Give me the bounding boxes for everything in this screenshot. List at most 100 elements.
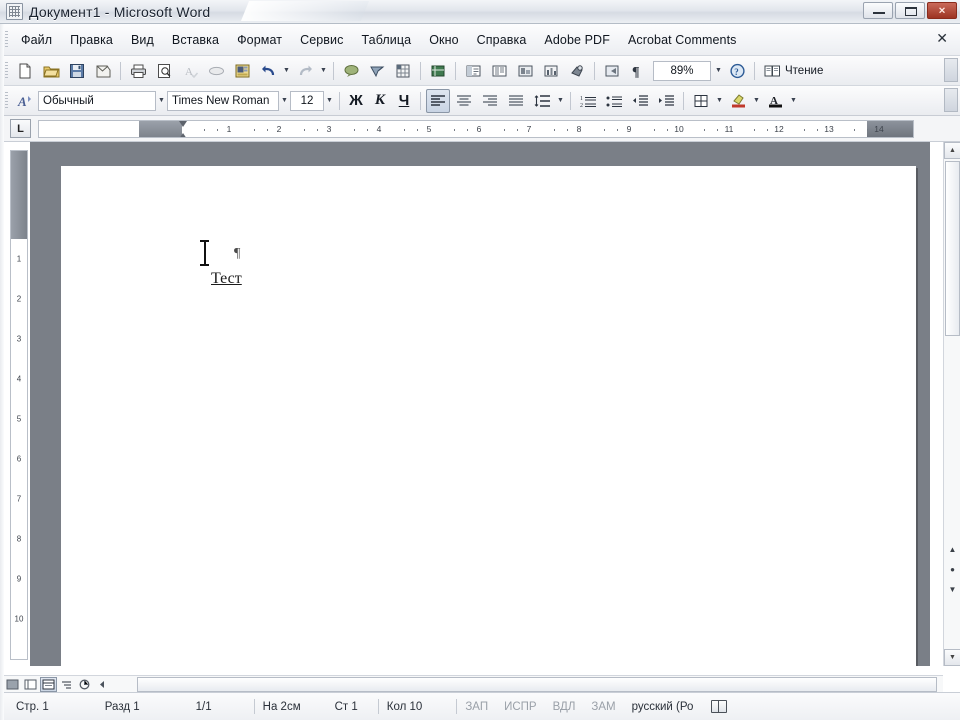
select-browse-object-icon[interactable]: ● <box>947 564 958 575</box>
font-dropdown-icon[interactable]: ▼ <box>279 89 290 113</box>
close-button[interactable]: ✕ <box>927 2 957 19</box>
document-page[interactable]: Тест <box>61 166 916 666</box>
borders-dropdown-icon[interactable]: ▼ <box>714 89 725 113</box>
status-ext[interactable]: ВДЛ <box>545 701 584 713</box>
style-dropdown-icon[interactable]: ▼ <box>156 89 167 113</box>
email-icon[interactable] <box>91 59 115 83</box>
status-ovr[interactable]: ЗАМ <box>583 701 623 713</box>
new-document-icon[interactable] <box>13 59 37 83</box>
menu-tools[interactable]: Сервис <box>291 30 352 50</box>
formatting-toolbar-grip[interactable] <box>5 91 8 110</box>
styles-and-formatting-icon[interactable]: A <box>13 89 37 113</box>
menu-file[interactable]: Файл <box>12 30 61 50</box>
print-icon[interactable] <box>126 59 150 83</box>
redo-icon[interactable] <box>293 59 317 83</box>
font-size-combo[interactable]: 12 <box>290 90 324 111</box>
status-language[interactable]: русский (Ро <box>624 701 702 713</box>
menu-edit[interactable]: Правка <box>61 30 122 50</box>
open-folder-icon[interactable] <box>39 59 63 83</box>
line-spacing-dropdown-icon[interactable]: ▼ <box>555 89 566 113</box>
standard-toolbar-grip[interactable] <box>5 61 8 80</box>
menu-window[interactable]: Окно <box>420 30 467 50</box>
scroll-down-button[interactable]: ▼ <box>944 649 960 666</box>
research-icon[interactable] <box>230 59 254 83</box>
vertical-ruler[interactable]: 1 2 3 4 5 6 7 8 9 10 <box>10 150 28 660</box>
line-spacing-icon[interactable] <box>530 89 554 113</box>
insert-excel-table-icon[interactable] <box>426 59 450 83</box>
columns-icon[interactable] <box>487 59 511 83</box>
eraser-icon[interactable] <box>204 59 228 83</box>
vertical-scroll-thumb[interactable] <box>945 161 960 336</box>
print-preview-icon[interactable] <box>152 59 176 83</box>
help-icon[interactable]: ? <box>725 59 749 83</box>
decrease-indent-icon[interactable] <box>628 89 652 113</box>
select-browse-object-next-icon[interactable]: ▼ <box>947 584 958 595</box>
spelling-status-icon[interactable] <box>711 700 728 713</box>
scroll-up-button[interactable]: ▲ <box>944 142 960 159</box>
zoom-dropdown-icon[interactable]: ▼ <box>713 59 724 83</box>
borders-icon[interactable] <box>689 89 713 113</box>
menu-bar-grip[interactable] <box>5 30 8 49</box>
reading-button[interactable]: Чтение <box>759 60 828 82</box>
scroll-left-button[interactable] <box>94 677 111 692</box>
insert-hyperlink-icon[interactable] <box>339 59 363 83</box>
status-rec[interactable]: ЗАП <box>457 701 496 713</box>
document-map-icon[interactable] <box>461 59 485 83</box>
undo-dropdown-icon[interactable]: ▼ <box>281 59 292 83</box>
normal-view-icon[interactable] <box>4 677 21 692</box>
menu-format[interactable]: Формат <box>228 30 291 50</box>
redo-dropdown-icon[interactable]: ▼ <box>318 59 329 83</box>
spelling-check-icon[interactable]: A <box>178 59 202 83</box>
menu-help[interactable]: Справка <box>468 30 536 50</box>
bold-button[interactable]: Ж <box>344 90 368 112</box>
font-combo[interactable]: Times New Roman <box>167 90 279 111</box>
select-browse-object-prev-icon[interactable]: ▲ <box>947 544 958 555</box>
tables-and-borders-icon[interactable] <box>365 59 389 83</box>
italic-button[interactable]: К <box>368 90 392 112</box>
minimize-button[interactable] <box>863 2 893 19</box>
columns-layout-icon[interactable] <box>565 59 589 83</box>
horizontal-ruler[interactable]: 1 2 3 4 5 6 7 8 9 10 11 12 13 14 15 16 <box>38 120 914 138</box>
maximize-button[interactable] <box>895 2 925 19</box>
horizontal-scrollbar-row[interactable] <box>0 675 943 692</box>
underline-button[interactable]: Ч <box>392 90 416 112</box>
menu-table[interactable]: Таблица <box>352 30 420 50</box>
standard-toolbar-options[interactable] <box>944 58 958 82</box>
formatting-toolbar-options[interactable] <box>944 88 958 112</box>
web-layout-view-icon[interactable] <box>22 677 39 692</box>
drawing-toolbar-icon[interactable] <box>513 59 537 83</box>
reading-layout-view-icon[interactable] <box>76 677 93 692</box>
menu-insert[interactable]: Вставка <box>163 30 228 50</box>
numbered-list-icon[interactable]: 12 <box>576 89 600 113</box>
align-justify-icon[interactable] <box>504 89 528 113</box>
menu-adobe-pdf[interactable]: Adobe PDF <box>535 30 619 50</box>
close-document-icon[interactable]: ✕ <box>936 31 948 45</box>
insert-table-icon[interactable] <box>391 59 415 83</box>
increase-indent-icon[interactable] <box>654 89 678 113</box>
zoom-combo[interactable]: 89% <box>653 60 711 81</box>
show-formatting-marks-icon[interactable]: ¶ <box>626 59 650 83</box>
bulleted-list-icon[interactable] <box>602 89 626 113</box>
outline-view-icon[interactable] <box>58 677 75 692</box>
save-icon[interactable] <box>65 59 89 83</box>
style-combo[interactable]: Обычный <box>38 90 156 111</box>
insert-chart-icon[interactable] <box>539 59 563 83</box>
menu-acrobat-comments[interactable]: Acrobat Comments <box>619 30 746 50</box>
document-area[interactable]: Тест TeachVideo <box>30 142 930 666</box>
document-text[interactable]: Тест <box>211 270 242 288</box>
vertical-scrollbar[interactable]: ▲ ▲ ● ▼ ▼ <box>943 142 960 666</box>
print-layout-view-icon[interactable] <box>40 676 57 692</box>
font-color-dropdown-icon[interactable]: ▼ <box>788 89 799 113</box>
undo-icon[interactable] <box>256 59 280 83</box>
align-left-icon[interactable] <box>426 88 450 113</box>
align-right-icon[interactable] <box>478 89 502 113</box>
align-center-icon[interactable] <box>452 89 476 113</box>
tab-selector[interactable]: L <box>10 119 31 138</box>
horizontal-scroll-thumb[interactable] <box>137 677 937 692</box>
zoom-out-icon[interactable] <box>600 59 624 83</box>
status-trk[interactable]: ИСПР <box>496 701 545 713</box>
menu-view[interactable]: Вид <box>122 30 163 50</box>
font-size-dropdown-icon[interactable]: ▼ <box>324 89 335 113</box>
highlight-color-icon[interactable] <box>726 89 750 113</box>
font-color-icon[interactable]: A <box>763 89 787 113</box>
